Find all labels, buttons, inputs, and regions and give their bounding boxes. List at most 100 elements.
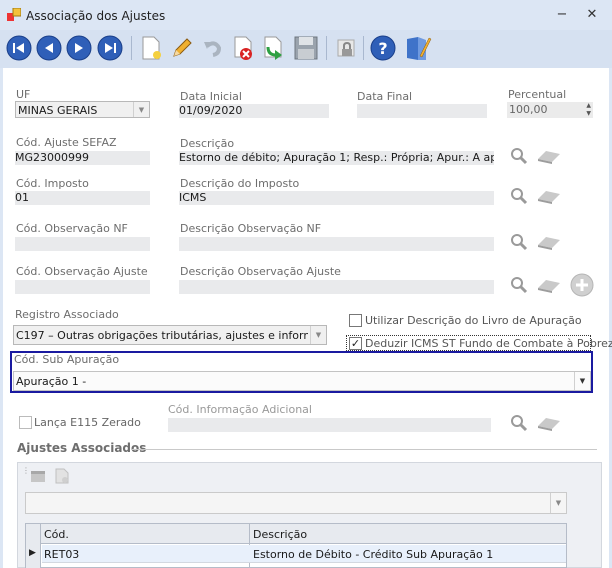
desc-obs-ajuste-field[interactable] <box>179 280 494 294</box>
percentual-value: 100,00 <box>509 103 548 116</box>
first-record-icon <box>6 35 32 61</box>
pencil-icon <box>173 38 192 57</box>
lock-button[interactable] <box>332 34 360 62</box>
descricao-value: Estorno de débito; Apuração 1; Resp.: Pr… <box>179 151 494 164</box>
search-icon[interactable] <box>509 413 529 433</box>
descricao-label: Descrição <box>180 137 235 150</box>
delete-icon <box>234 36 252 60</box>
desc-obs-nf-label: Descrição Observação NF <box>180 222 322 235</box>
cod-obs-ajuste-field[interactable] <box>15 280 150 294</box>
eraser-icon[interactable] <box>536 278 562 294</box>
data-inicial-label: Data Inicial <box>180 90 242 103</box>
uf-select[interactable]: MINAS GERAIS ▼ <box>15 101 150 118</box>
new-button[interactable] <box>137 34 165 62</box>
title-bar: Associação dos Ajustes − ✕ <box>0 0 612 30</box>
cod-info-adicional-field[interactable] <box>168 418 491 432</box>
deduzir-checkbox[interactable]: ✓ <box>349 337 362 350</box>
cod-imposto-label: Cód. Imposto <box>16 177 89 190</box>
search-icon[interactable] <box>509 186 529 206</box>
previous-record-button[interactable] <box>35 34 63 62</box>
eraser-icon[interactable] <box>536 149 562 165</box>
descricao-field[interactable]: Estorno de débito; Apuração 1; Resp.: Pr… <box>179 151 494 165</box>
close-button[interactable]: ✕ <box>582 6 602 24</box>
toolbar-separator <box>326 36 327 60</box>
svg-text:?: ? <box>378 39 387 58</box>
uf-label: UF <box>16 88 31 101</box>
data-final-field[interactable] <box>357 104 487 118</box>
undo-icon <box>204 41 222 57</box>
data-final-label: Data Final <box>357 90 413 103</box>
search-icon[interactable] <box>509 275 529 295</box>
ajustes-section-title: Ajustes Associados <box>17 441 151 455</box>
eraser-icon[interactable] <box>536 416 562 432</box>
registro-select[interactable]: C197 – Outras obrigações tributárias, aj… <box>13 325 327 345</box>
undo-button[interactable] <box>199 34 227 62</box>
sub-apuracao-value: Apuração 1 - <box>16 375 87 388</box>
redo-button[interactable] <box>260 34 288 62</box>
chevron-down-icon[interactable]: ▼ <box>133 102 149 117</box>
minimize-button[interactable]: − <box>552 6 572 24</box>
chevron-down-icon[interactable]: ▼ <box>550 493 566 513</box>
add-icon[interactable] <box>570 273 594 297</box>
last-record-icon <box>97 35 123 61</box>
cod-obs-nf-field[interactable] <box>15 237 150 251</box>
help-button[interactable]: ? <box>369 34 397 62</box>
toolbar-separator <box>363 36 364 60</box>
desc-obs-ajuste-label: Descrição Observação Ajuste <box>180 265 341 278</box>
ajustes-filter-select[interactable]: ▼ <box>25 492 567 514</box>
cell-descricao[interactable]: Estorno de Débito - Crédito Sub Apuração… <box>253 548 493 561</box>
eraser-icon[interactable] <box>536 189 562 205</box>
help-icon: ? <box>370 35 396 61</box>
data-inicial-value: 01/09/2020 <box>179 104 243 117</box>
first-record-button[interactable] <box>5 34 33 62</box>
cod-imposto-value: 01 <box>15 191 29 204</box>
desc-obs-nf-field[interactable] <box>179 237 494 251</box>
floppy-disk-icon <box>294 36 318 60</box>
section-divider <box>131 449 597 450</box>
sub-apuracao-select[interactable]: Apuração 1 - ▼ <box>13 371 591 391</box>
chevron-down-icon[interactable]: ▼ <box>310 326 326 344</box>
data-inicial-field[interactable]: 01/09/2020 <box>179 104 329 118</box>
column-header-descricao[interactable]: Descrição <box>253 528 307 541</box>
lanca-e115-label: Lança E115 Zerado <box>34 416 141 429</box>
uf-value: MINAS GERAIS <box>18 104 98 117</box>
eraser-icon[interactable] <box>536 235 562 251</box>
cod-info-adicional-label: Cód. Informação Adicional <box>168 403 312 416</box>
cod-ajuste-field[interactable]: MG23000999 <box>15 151 150 165</box>
edit-book-button[interactable] <box>404 34 432 62</box>
cell-cod[interactable]: RET03 <box>44 548 79 561</box>
utilizar-descricao-checkbox[interactable] <box>349 314 362 327</box>
column-header-cod[interactable]: Cód. <box>44 528 69 541</box>
desc-imposto-label: Descrição do Imposto <box>180 177 300 190</box>
cod-obs-nf-label: Cód. Observação NF <box>16 222 128 235</box>
registro-label: Registro Associado <box>15 308 119 321</box>
save-button[interactable] <box>292 34 320 62</box>
lanca-e115-checkbox[interactable] <box>19 416 32 429</box>
window-title: Associação dos Ajustes <box>26 9 166 23</box>
last-record-button[interactable] <box>96 34 124 62</box>
new-document-icon <box>142 36 161 60</box>
sub-apuracao-label: Cód. Sub Apuração <box>14 353 120 366</box>
toolbar: ? <box>0 30 612 68</box>
search-icon[interactable] <box>509 146 529 166</box>
lock-icon <box>337 39 355 57</box>
grid-remove-icon[interactable] <box>54 468 70 484</box>
next-record-button[interactable] <box>65 34 93 62</box>
toolbar-grip: ⋮ <box>22 466 30 475</box>
cod-imposto-field[interactable]: 01 <box>15 191 150 205</box>
toolbar-separator <box>131 36 132 60</box>
cod-obs-ajuste-label: Cód. Observação Ajuste <box>16 265 148 278</box>
percentual-spinner[interactable]: 100,00 ▲ ▼ <box>507 102 593 118</box>
row-indicator-column <box>26 524 41 568</box>
app-icon <box>7 8 21 21</box>
edit-button[interactable] <box>168 34 196 62</box>
next-record-icon <box>66 35 92 61</box>
search-icon[interactable] <box>509 232 529 252</box>
registro-value: C197 – Outras obrigações tributárias, aj… <box>16 329 308 342</box>
grid-add-icon[interactable] <box>30 468 48 484</box>
spinner-arrows-icon[interactable]: ▲ ▼ <box>586 102 591 118</box>
desc-imposto-field[interactable]: ICMS <box>179 191 494 205</box>
delete-button[interactable] <box>230 34 258 62</box>
previous-record-icon <box>36 35 62 61</box>
chevron-down-icon[interactable]: ▼ <box>574 372 590 390</box>
